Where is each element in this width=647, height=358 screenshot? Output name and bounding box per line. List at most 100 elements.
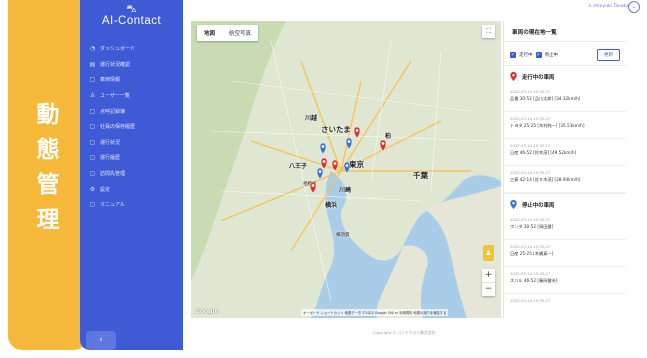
zoom-in-button[interactable]: +: [482, 269, 495, 282]
chevron-down-icon[interactable]: ⌄: [628, 1, 640, 13]
copyright-footer: Copyright © コンテクスト株式会社: [372, 330, 436, 335]
list-item[interactable]: 2022-03-14 15:30:27 品番 30-52 [品川太郎] [34.3…: [504, 85, 626, 112]
sidebar-item-label: 車両情報: [100, 77, 121, 84]
sidebar-item-label: ユーザー一覧: [100, 93, 130, 100]
vehicle-map[interactable]: 地図 航空写真 ⛶ さいたま 東京 千葉 川崎 横浜 八王子 川越 柏 相模原 …: [191, 21, 501, 318]
stopped-vehicle-marker[interactable]: [343, 161, 351, 174]
vehicle-info: ホンダ 30-52 [岡田健]: [510, 224, 554, 229]
list-item[interactable]: 2022-03-14 15:30:27 三菱 42-14 [佐々木茂] [28.9…: [504, 166, 626, 193]
sidebar-item-label: 訪問先管理: [100, 171, 126, 178]
stopped-header-label: 停止中の車両: [522, 202, 555, 209]
running-vehicle-marker[interactable]: [309, 181, 317, 194]
zoom-control: + −: [482, 269, 495, 296]
app-frame: 動 態 管 理 ⛍ AI-Contact ◔ ダッシュボード ▤ 運行状況確認 ▢ 車…: [0, 0, 647, 358]
timestamp: 2022-03-14 15:30:27: [510, 298, 551, 303]
running-vehicle-marker[interactable]: [353, 126, 361, 139]
chevron-left-icon: ‹: [99, 335, 103, 345]
dashboard-icon: ◔: [89, 45, 96, 53]
sidebar-item-operation-history[interactable]: ▢ 運行履歴: [80, 150, 183, 166]
list-item[interactable]: 2022-03-14 15:30:27: [504, 294, 626, 318]
sidebar-item-label: 設定: [100, 186, 111, 193]
badge-char: 管: [36, 172, 60, 198]
blue-pin-icon: [510, 200, 517, 209]
vehicle-info: スバル 46-52 [藤岡健夫]: [510, 278, 558, 283]
sidebar-item-label: 社員の保存履歴: [100, 124, 136, 131]
sidebar-item-destinations[interactable]: ▢ 訪問先管理: [80, 166, 183, 182]
map-attribution: キーボード ショートカット 地図データ ©2022 Google 500 m 利…: [301, 309, 449, 316]
vehicle-info: トヨタ 25-25 [木村純一] [35.53km/h]: [510, 123, 585, 128]
filter-stopped-label: 停止中: [544, 53, 559, 58]
sidebar-item-label: 運行状況確認: [100, 61, 131, 68]
location-icon: ▢: [89, 170, 96, 178]
vehicle-list-panel: 車両の現在地一覧 ✓ 走行中 ✓ 停止中 更新 走行中の車両 2022-03-1…: [503, 21, 626, 318]
running-header-label: 走行中の車両: [522, 74, 555, 81]
badge-char: 動: [36, 102, 60, 128]
clipboard-icon: ▢: [89, 107, 96, 115]
book-icon: ▢: [89, 201, 96, 209]
user-menu[interactable]: ♙ Hiroyuki Tanaka: [588, 4, 629, 9]
vehicle-icon: ▢: [89, 76, 96, 84]
running-vehicle-marker[interactable]: [379, 139, 387, 152]
app-name: AI-Contact: [101, 15, 162, 27]
street-view-icon[interactable]: ♟: [483, 245, 494, 261]
list-item[interactable]: 2022-03-14 15:30:27 スバル 46-52 [藤岡健夫]: [504, 267, 626, 294]
top-bar: ♙ Hiroyuki Tanaka ⌄: [183, 0, 647, 18]
vehicle-markers: [309, 126, 387, 194]
sidebar-item-label: 運行履歴: [100, 155, 121, 162]
sidebar-item-label: マニュアル: [100, 202, 125, 209]
sidebar-item-users[interactable]: ♙ ユーザー一覧: [80, 88, 183, 104]
sidebar-item-label: 運行状況: [100, 139, 121, 146]
sidebar-item-manual[interactable]: ▢ マニュアル: [80, 197, 183, 213]
car-icon: ⛍: [126, 4, 137, 15]
sidebar-nav: ◔ ダッシュボード ▤ 運行状況確認 ▢ 車両情報 ♙ ユーザー一覧 ▢ 点呼記録簿 ▢ 社…: [80, 41, 183, 213]
running-vehicle-marker[interactable]: [331, 159, 339, 172]
badge-text: 動 態 管 理: [8, 98, 88, 238]
checkbox-stopped[interactable]: ✓: [535, 52, 542, 58]
sidebar-item-staff-history[interactable]: ▢ 社員の保存履歴: [80, 119, 183, 135]
vehicle-info: 三菱 42-14 [佐々木茂] [28.94km/h]: [510, 177, 581, 182]
sidebar-item-vehicles[interactable]: ▢ 車両情報: [80, 72, 183, 88]
vehicle-info: 品番 30-52 [品川太郎] [34.32km/h]: [510, 96, 581, 101]
history-icon: ▢: [89, 123, 96, 131]
vehicle-info: 日産 25-25 [木橋真一]: [510, 251, 554, 256]
status-icon: ▢: [89, 138, 96, 146]
stopped-vehicle-marker[interactable]: [319, 142, 327, 155]
list-item[interactable]: 2022-03-14 15:30:27 トヨタ 25-25 [木村純一] [35.…: [504, 112, 626, 139]
feature-badge: 動 態 管 理: [8, 0, 88, 350]
sidebar-item-label: 点呼記録簿: [100, 108, 126, 115]
list-icon: ▤: [89, 60, 96, 68]
list-item[interactable]: 2022-03-14 15:30:27 ホンダ 30-52 [岡田健]: [504, 213, 626, 240]
filter-running-label: 走行中: [519, 53, 533, 58]
user-icon: ♙: [89, 92, 96, 100]
running-vehicle-marker[interactable]: [320, 157, 328, 170]
stopped-vehicle-marker[interactable]: [316, 167, 324, 180]
zoom-out-button[interactable]: −: [482, 283, 495, 296]
red-pin-icon: [510, 72, 517, 81]
panel-title: 車両の現在地一覧: [504, 21, 626, 42]
sidebar-item-settings[interactable]: ⚙ 設定: [80, 181, 183, 197]
list-item[interactable]: 2022-03-14 15:30:27 日産 25-25 [木橋真一]: [504, 240, 626, 267]
filter-bar: ✓ 走行中 ✓ 停止中 更新: [504, 42, 626, 65]
sidebar-item-dashboard[interactable]: ◔ ダッシュボード: [80, 41, 183, 57]
google-logo: Google: [195, 308, 219, 315]
running-section-header: 走行中の車両: [504, 65, 626, 85]
stopped-section-header: 停止中の車両: [504, 193, 626, 213]
stopped-vehicle-marker[interactable]: [345, 137, 353, 150]
user-name: Hiroyuki Tanaka: [593, 4, 629, 9]
list-item[interactable]: 2022-03-14 15:30:27 日産 46-52 [鈴木茂] [49.52…: [504, 139, 626, 166]
badge-char: 理: [36, 207, 60, 233]
sidebar-item-label: ダッシュボード: [100, 46, 136, 53]
sidebar-item-operation-check[interactable]: ▤ 運行状況確認: [80, 57, 183, 73]
vehicle-info: 日産 46-52 [鈴木茂] [49.52km/h]: [510, 150, 577, 155]
sidebar-item-operation-status[interactable]: ▢ 運行状況: [80, 135, 183, 151]
app-logo[interactable]: ⛍ AI-Contact: [80, 0, 183, 27]
collapse-sidebar-button[interactable]: ‹: [86, 331, 116, 350]
calendar-icon: ▢: [89, 154, 96, 162]
gear-icon: ⚙: [89, 185, 96, 193]
badge-char: 態: [36, 137, 60, 163]
user-icon: ♙: [587, 4, 592, 9]
refresh-button[interactable]: 更新: [597, 49, 620, 61]
sidebar-item-rollcall[interactable]: ▢ 点呼記録簿: [80, 103, 183, 119]
checkbox-running[interactable]: ✓: [510, 52, 516, 58]
sidebar: ⛍ AI-Contact ◔ ダッシュボード ▤ 運行状況確認 ▢ 車両情報 ♙ ユーザ…: [80, 0, 183, 350]
